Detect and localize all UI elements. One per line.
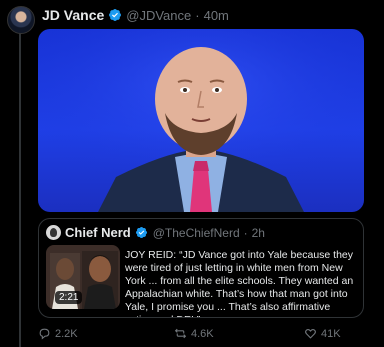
reply-button[interactable]: 2.2K bbox=[38, 327, 78, 340]
reply-count: 2.2K bbox=[55, 327, 78, 340]
video-duration: 2:21 bbox=[55, 291, 83, 304]
author-name[interactable]: JD Vance bbox=[42, 7, 104, 23]
avatar[interactable] bbox=[7, 6, 35, 34]
separator-dot: · bbox=[243, 225, 248, 240]
quoted-time[interactable]: 2h bbox=[252, 226, 265, 240]
action-bar: 2.2K 4.6K 41K bbox=[38, 327, 364, 343]
verified-badge-icon bbox=[108, 8, 122, 22]
reply-icon bbox=[39, 328, 50, 340]
thread-line bbox=[19, 30, 21, 347]
retweet-icon bbox=[174, 328, 187, 339]
like-button[interactable]: 41K bbox=[304, 327, 341, 340]
quoted-text: JOY REID: “JD Vance got into Yale becaus… bbox=[125, 249, 354, 317]
separator-dot: · bbox=[195, 7, 200, 23]
quoted-author-name[interactable]: Chief Nerd bbox=[65, 225, 131, 240]
retweet-count: 4.6K bbox=[191, 327, 214, 340]
like-icon bbox=[305, 329, 316, 339]
quoted-header: Chief Nerd @TheChiefNerd · 2h bbox=[46, 225, 265, 240]
verified-badge-icon bbox=[135, 226, 149, 240]
quoted-avatar[interactable] bbox=[46, 225, 61, 240]
video-frame-illustration bbox=[38, 29, 364, 212]
author-handle[interactable]: @JDVance bbox=[126, 8, 191, 23]
tweet-time[interactable]: 40m bbox=[204, 8, 229, 23]
tweet-video[interactable] bbox=[38, 29, 364, 212]
retweet-button[interactable]: 4.6K bbox=[174, 327, 214, 340]
like-count: 41K bbox=[321, 327, 341, 340]
quoted-tweet[interactable]: Chief Nerd @TheChiefNerd · 2h 2:21 JOY R… bbox=[38, 218, 364, 318]
quoted-author-handle[interactable]: @TheChiefNerd bbox=[153, 226, 240, 240]
thumbnail-person-right bbox=[82, 251, 118, 309]
tweet-header: JD Vance @JDVance · 40m bbox=[42, 7, 229, 23]
